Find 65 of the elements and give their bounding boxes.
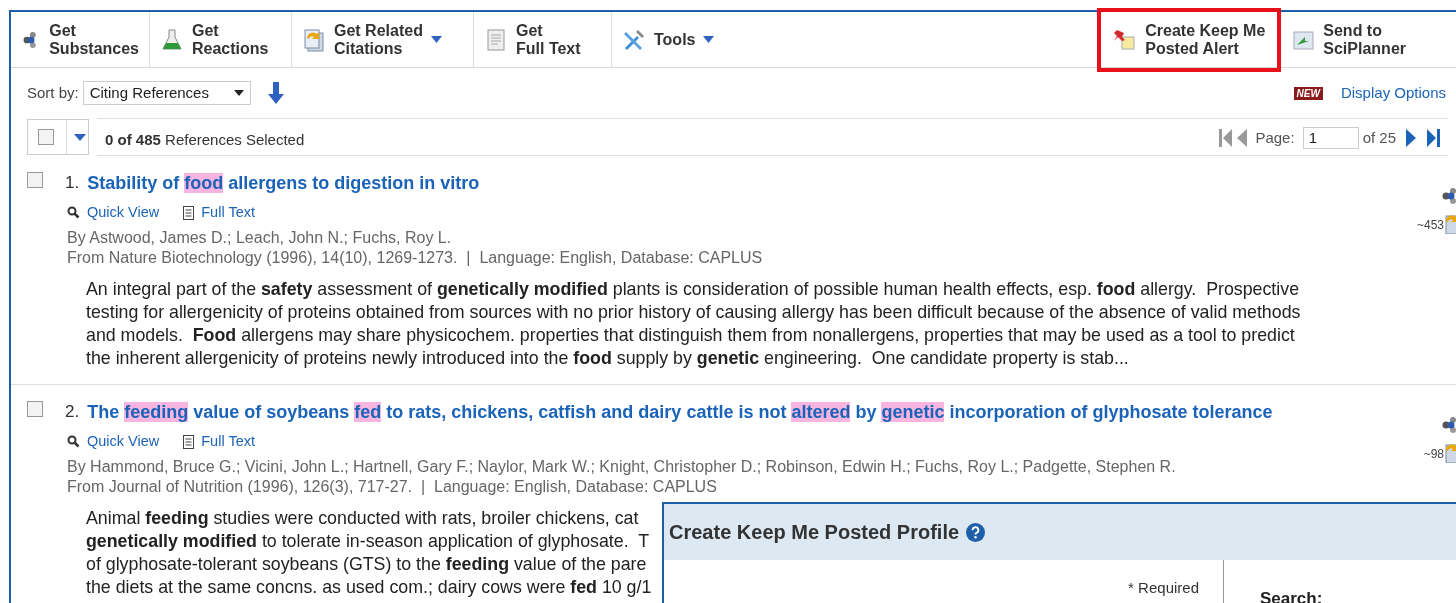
reference-title-link[interactable]: Stability of food allergens to digestion in vitro xyxy=(87,170,480,197)
reference-number: 2. xyxy=(65,400,80,423)
sort-label: Sort by: xyxy=(27,82,79,103)
abstract-line: the diets at the same concns. as used com.; dairy cows were fed 10 g/1 xyxy=(86,575,652,599)
new-badge: NEW xyxy=(1293,86,1323,100)
molecule-icon xyxy=(1442,414,1456,435)
toolbar-button[interactable]: Get Reactions xyxy=(150,12,292,67)
author-list: By Astwood, James D.; Leach, John N.; Fuchs, Roy L. xyxy=(67,227,452,248)
abstract-line: An integral part of the safety assessment of genetically modified plants is consideration of possible human health effects, esp. food allergy. Prospective xyxy=(86,277,1300,301)
abstract-line: testing for allergenicity of proteins obtained from sources with no prior history of causing allergy has been difficult because of the absence of valid methods xyxy=(86,300,1301,324)
citation-count: ~453 xyxy=(1416,217,1444,234)
search-icon xyxy=(67,206,80,220)
first-page-icon[interactable] xyxy=(1219,128,1234,147)
abstract-line: genetically modified to tolerate in-season application of glyphosate. T xyxy=(86,529,650,553)
toolbar-button[interactable]: Create Keep Me Posted Alert xyxy=(1097,8,1282,72)
last-page-icon[interactable] xyxy=(1426,128,1440,147)
author-list: By Hammond, Bruce G.; Vicini, John L.; Hartnell, Gary F.; Naylor, Mark W.; Knight, Christopher D.; Robinson, Edwin H.; Fuchs, Roy L.; Padgette, Stephen R. xyxy=(67,456,1176,477)
documents-icon xyxy=(302,27,326,52)
page-total: of 25 xyxy=(1362,127,1396,148)
page-label: Page: xyxy=(1255,127,1295,148)
page-field[interactable]: 1 xyxy=(1302,126,1359,149)
source-line: From Nature Biotechnology (1996), 14(10), 1269-1273. | Language: English, Database: CAPLUS xyxy=(67,247,763,268)
toolbar-button[interactable]: Tools xyxy=(612,12,736,67)
selection-summary: 0 of 485 References Selected xyxy=(105,129,305,150)
caret-icon xyxy=(703,36,715,43)
sort-dropdown[interactable]: Citing References xyxy=(82,81,251,105)
reference-link[interactable]: Full Text xyxy=(201,202,255,224)
flask-icon xyxy=(160,27,184,52)
previous-page-icon[interactable] xyxy=(1237,128,1248,147)
abstract-line: the inherent allergenicity of proteins newly introduced into the food supply by genetic engineering. One candidate property is stab... xyxy=(86,346,1129,370)
abstract-line: Animal feeding studies were conducted with rats, broiler chickens, cat xyxy=(86,506,639,530)
document-icon xyxy=(183,205,195,220)
dialog-title: Create Keep Me Posted Profile xyxy=(669,520,960,545)
toolbar-button[interactable]: Send to SciPlanner xyxy=(1281,12,1416,67)
caret-icon xyxy=(233,90,244,96)
molecule-icon xyxy=(1442,186,1456,206)
display-options-link[interactable]: Display Options xyxy=(1340,81,1446,105)
citation-count: ~98 xyxy=(1423,445,1444,463)
required-note: * Required xyxy=(1128,578,1199,597)
next-page-icon[interactable] xyxy=(1406,128,1416,147)
caret-icon xyxy=(430,36,442,43)
search-icon xyxy=(67,435,80,449)
toolbar-button[interactable]: Get Related Citations xyxy=(292,12,474,67)
checkbox[interactable] xyxy=(27,400,43,417)
source-line: From Journal of Nutrition (1996), 126(3), 717-27. | Language: English, Database: CAPLUS xyxy=(67,476,717,497)
help-icon[interactable] xyxy=(966,522,986,542)
reference-title-link[interactable]: The feeding value of soybeans fed to rats, chickens, catfish and dairy cattle is not altered by genetic incorporation of glyphosate tolerance xyxy=(87,398,1273,426)
abstract-line: of glyphosate-tolerant soybeans (GTS) to the feeding value of the pare xyxy=(86,552,647,576)
checkbox[interactable] xyxy=(27,172,43,188)
sort-direction-icon[interactable] xyxy=(266,82,285,104)
documents-icon[interactable] xyxy=(1444,212,1456,234)
toolbar-button[interactable]: Get Full Text xyxy=(474,12,612,67)
document-icon xyxy=(484,27,508,52)
abstract-line: and models. Food allergens may share physicochem. properties that distinguish them from nonallergens, properties that may be used as a tool to predict xyxy=(86,323,1295,347)
tools-icon xyxy=(622,27,646,52)
caret-icon[interactable] xyxy=(74,133,86,141)
reference-link[interactable]: Quick View xyxy=(87,202,160,224)
reference-link[interactable]: Quick View xyxy=(87,430,160,453)
checkbox[interactable] xyxy=(38,129,54,145)
document-icon xyxy=(183,434,195,449)
reference-link[interactable]: Full Text xyxy=(201,430,255,453)
select-all-control[interactable] xyxy=(27,119,89,155)
toolbar-button[interactable]: Get Substances xyxy=(11,12,150,67)
pushpin-icon xyxy=(1113,28,1138,52)
reference-number: 1. xyxy=(65,172,80,194)
